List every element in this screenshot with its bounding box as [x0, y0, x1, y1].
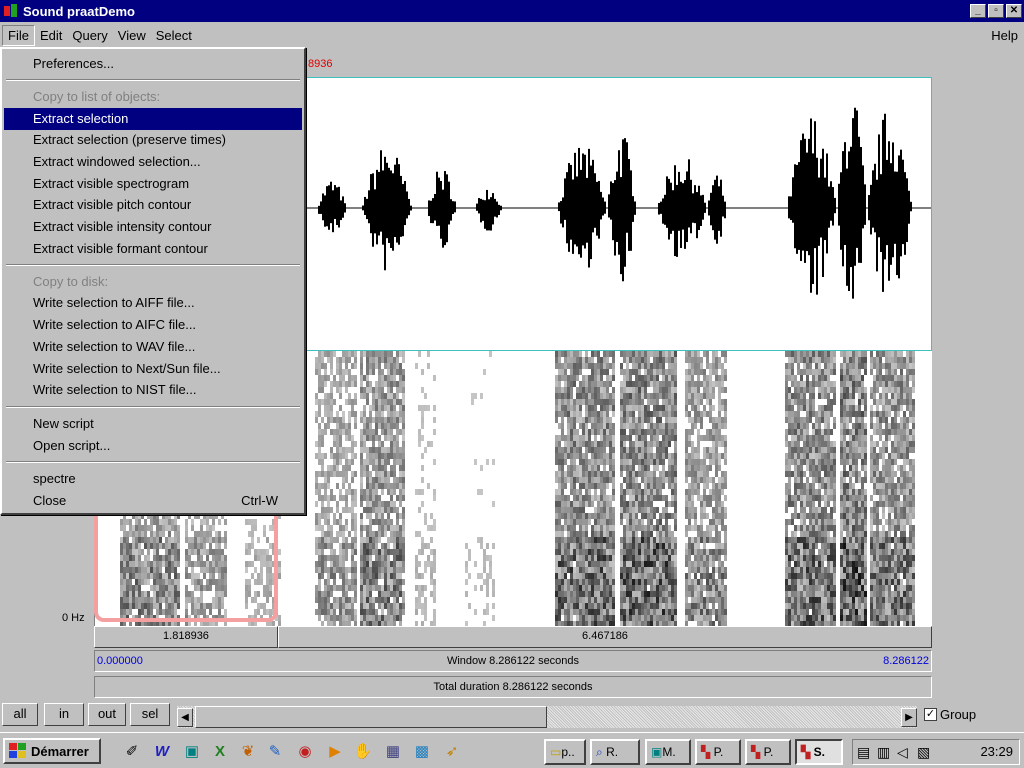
- zoom-in-button[interactable]: in: [44, 703, 84, 726]
- menu-view[interactable]: View: [113, 26, 151, 45]
- task-button-search[interactable]: ⌕ R.: [590, 739, 640, 765]
- quicklaunch-media-icon[interactable]: ▶: [325, 743, 345, 761]
- tray-speaker-icon[interactable]: ◁: [897, 744, 908, 761]
- group-checkbox[interactable]: ✓: [924, 708, 937, 721]
- group-label: Group: [940, 707, 977, 722]
- menu-item-spectre[interactable]: spectre: [4, 468, 302, 490]
- menu-item-write-next-sun[interactable]: Write selection to Next/Sun file...: [4, 358, 302, 380]
- start-label: Démarrer: [31, 743, 89, 759]
- clock: 23:29: [980, 744, 1013, 759]
- tray-network-icon[interactable]: ▥: [877, 744, 890, 761]
- quicklaunch-network-icon[interactable]: ▦: [383, 743, 403, 761]
- quicklaunch-gallery-icon[interactable]: ▩: [412, 743, 432, 761]
- menu-item-extract-selection[interactable]: Extract selection: [4, 108, 302, 130]
- menu-separator: [6, 264, 300, 266]
- quicklaunch-excel-icon[interactable]: X: [210, 743, 230, 761]
- tray-calendar-icon[interactable]: ▤: [857, 744, 870, 761]
- taskbar: Démarrer ✐ W ▣ X ❦ ✎ ◉ ▶ ✋ ▦ ▩ ➶ ▭p.. ⌕ …: [0, 732, 1024, 768]
- waveform-plot: [307, 107, 931, 299]
- menu-separator: [6, 406, 300, 408]
- menu-file[interactable]: File: [2, 24, 35, 46]
- menu-separator: [6, 461, 300, 463]
- window-info-bar[interactable]: 0.000000 Window 8.286122 seconds 8.28612…: [94, 650, 932, 672]
- quicklaunch-paint-icon[interactable]: ✎: [265, 743, 285, 761]
- menu-item-extract-windowed[interactable]: Extract windowed selection...: [4, 151, 302, 173]
- menu-query[interactable]: Query: [67, 26, 112, 45]
- selection-time-label: 8936: [308, 58, 333, 70]
- menu-item-open-script[interactable]: Open script...: [4, 435, 302, 457]
- tray-device-icon[interactable]: ▧: [917, 744, 930, 761]
- total-duration-bar[interactable]: Total duration 8.286122 seconds: [94, 676, 932, 698]
- selection-duration-bar[interactable]: 1.818936: [94, 626, 278, 648]
- menu-item-write-nist[interactable]: Write selection to NIST file...: [4, 379, 302, 401]
- menu-help[interactable]: Help: [991, 28, 1018, 43]
- task-button-folder[interactable]: ▭p..: [544, 739, 586, 765]
- task-button-monitor[interactable]: ▣M.: [645, 739, 691, 765]
- menu-edit[interactable]: Edit: [35, 26, 67, 45]
- zoom-selection-button[interactable]: sel: [130, 703, 170, 726]
- menu-item-extract-selection-preserve[interactable]: Extract selection (preserve times): [4, 129, 302, 151]
- praat-app-icon: [3, 3, 19, 19]
- menu-item-write-aifc[interactable]: Write selection to AIFC file...: [4, 314, 302, 336]
- menu-item-extract-formant[interactable]: Extract visible formant contour: [4, 238, 302, 260]
- quicklaunch-pencil-icon[interactable]: ✐: [122, 743, 142, 761]
- scroll-left-arrow-icon[interactable]: ◀: [177, 708, 193, 727]
- menu-item-preferences[interactable]: Preferences...: [4, 53, 302, 75]
- zoom-out-button[interactable]: out: [88, 703, 126, 726]
- window-duration-label: Window 8.286122 seconds: [446, 655, 580, 667]
- waveform-panel[interactable]: [306, 77, 932, 351]
- window-title: Sound praatDemo: [23, 3, 135, 19]
- scrollbar-thumb[interactable]: [195, 706, 547, 728]
- windows-flag-icon: [9, 743, 27, 759]
- menu-bar: File Edit Query View Select Help: [0, 22, 1024, 48]
- quicklaunch-hand-icon[interactable]: ✋: [353, 743, 373, 761]
- file-menu-dropdown: Preferences... Copy to list of objects: …: [0, 47, 306, 515]
- menu-item-new-script[interactable]: New script: [4, 413, 302, 435]
- start-button[interactable]: Démarrer: [3, 738, 101, 764]
- quicklaunch-target-icon[interactable]: ◉: [295, 743, 315, 761]
- menu-item-write-aiff[interactable]: Write selection to AIFF file...: [4, 292, 302, 314]
- close-shortcut: Ctrl-W: [241, 493, 278, 508]
- quicklaunch-arrow-icon[interactable]: ➶: [442, 743, 462, 761]
- frequency-min-label: 0 Hz: [62, 612, 85, 624]
- close-button[interactable]: ✕: [1006, 4, 1022, 18]
- task-button-sound[interactable]: ▚ S.: [795, 739, 843, 765]
- menu-header-copy-to-disk: Copy to disk:: [33, 274, 109, 289]
- window-end-time: 8.286122: [883, 655, 929, 667]
- quicklaunch-figure-icon[interactable]: ❦: [238, 743, 258, 761]
- task-button-praat-1[interactable]: ▚ P.: [695, 739, 741, 765]
- menu-separator: [6, 79, 300, 81]
- menu-item-extract-pitch[interactable]: Extract visible pitch contour: [4, 194, 302, 216]
- system-tray: ▤ ▥ ◁ ▧ 23:29: [852, 739, 1020, 765]
- menu-select[interactable]: Select: [151, 26, 197, 45]
- menu-item-extract-spectrogram[interactable]: Extract visible spectrogram: [4, 173, 302, 195]
- title-bar: Sound praatDemo _ ▫ ✕: [0, 0, 1024, 22]
- quicklaunch-word-icon[interactable]: W: [152, 743, 172, 761]
- menu-header-copy-to-list: Copy to list of objects:: [33, 89, 161, 104]
- menu-item-extract-intensity[interactable]: Extract visible intensity contour: [4, 216, 302, 238]
- minimize-button[interactable]: _: [970, 4, 986, 18]
- total-duration-label: Total duration 8.286122 seconds: [433, 681, 593, 693]
- selection-highlight: [94, 500, 278, 622]
- maximize-button[interactable]: ▫: [988, 4, 1004, 18]
- menu-item-write-wav[interactable]: Write selection to WAV file...: [4, 336, 302, 358]
- menu-item-close[interactable]: Close Ctrl-W: [4, 490, 302, 512]
- zoom-all-button[interactable]: all: [2, 703, 38, 726]
- task-button-praat-2[interactable]: ▚ P.: [745, 739, 791, 765]
- remaining-duration-bar[interactable]: 6.467186: [278, 626, 932, 648]
- quicklaunch-monitor-icon[interactable]: ▣: [182, 743, 202, 761]
- scroll-right-arrow-icon[interactable]: ▶: [901, 708, 917, 727]
